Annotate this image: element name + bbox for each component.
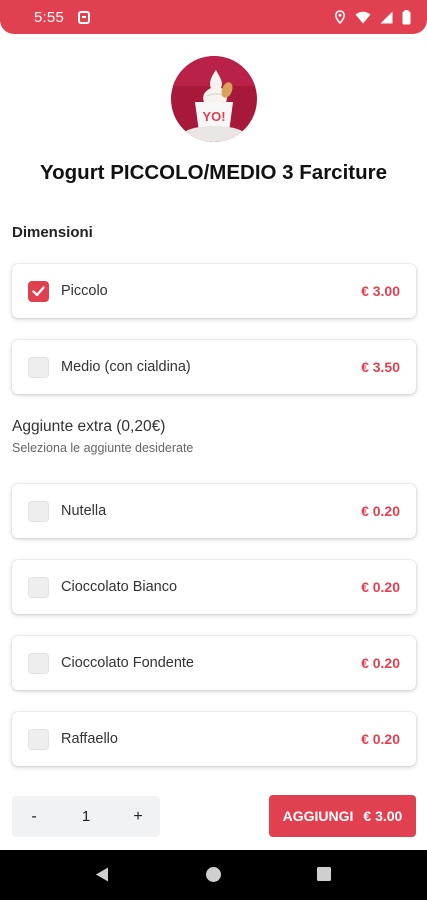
- size-option-medio[interactable]: Medio (con cialdina) € 3.50: [12, 340, 416, 394]
- option-label: Cioccolato Fondente: [61, 655, 194, 671]
- logo-text: YO!: [202, 109, 225, 124]
- extra-option-cioccolato-bianco[interactable]: Cioccolato Bianco € 0.20: [12, 560, 416, 614]
- check-icon: [32, 285, 45, 296]
- product-logo: YO!: [171, 56, 257, 142]
- add-to-cart-button[interactable]: AGGIUNGI € 3.00: [269, 795, 416, 837]
- add-button-price: € 3.00: [363, 808, 403, 824]
- checkbox[interactable]: [28, 356, 49, 378]
- checkbox[interactable]: [28, 500, 49, 522]
- option-price: € 3.50: [361, 359, 400, 375]
- app-notification-icon: [78, 10, 90, 24]
- quantity-stepper: - 1 +: [12, 796, 160, 837]
- extras-section-title: Aggiunte extra (0,20€): [12, 418, 166, 435]
- checkbox[interactable]: [28, 728, 49, 750]
- increment-button[interactable]: +: [116, 808, 160, 826]
- option-label: Medio (con cialdina): [61, 359, 191, 375]
- option-price: € 0.20: [361, 731, 400, 747]
- location-icon: [334, 10, 346, 24]
- size-section-title: Dimensioni: [12, 224, 93, 241]
- checkbox-checked[interactable]: [28, 280, 49, 302]
- wifi-icon: [355, 11, 371, 24]
- option-label: Nutella: [61, 503, 107, 519]
- extra-option-nutella[interactable]: Nutella € 0.20: [12, 484, 416, 538]
- option-label: Piccolo: [61, 283, 108, 299]
- checkbox[interactable]: [28, 576, 49, 598]
- option-price: € 0.20: [361, 655, 400, 671]
- option-price: € 3.00: [361, 283, 400, 299]
- size-option-piccolo[interactable]: Piccolo € 3.00: [12, 264, 416, 318]
- recents-icon[interactable]: [316, 866, 332, 887]
- decrement-button[interactable]: -: [12, 808, 56, 826]
- status-icons: [334, 9, 411, 25]
- option-label: Raffaello: [61, 731, 118, 747]
- extras-section-subtitle: Seleziona le aggiunte desiderate: [12, 441, 194, 455]
- signal-icon: [380, 11, 393, 24]
- quantity-value: 1: [81, 808, 91, 825]
- navigation-bar: [0, 850, 427, 900]
- add-button-label: AGGIUNGI: [282, 808, 354, 824]
- product-title: Yogurt PICCOLO/MEDIO 3 Farciture: [39, 161, 388, 184]
- option-price: € 0.20: [361, 579, 400, 595]
- status-time: 5:55: [34, 8, 64, 26]
- option-label: Cioccolato Bianco: [61, 579, 178, 595]
- checkbox[interactable]: [28, 652, 49, 674]
- home-icon[interactable]: [205, 866, 222, 888]
- extra-option-cioccolato-fondente[interactable]: Cioccolato Fondente € 0.20: [12, 636, 416, 690]
- battery-icon: [402, 9, 411, 25]
- back-icon[interactable]: [94, 866, 110, 888]
- status-bar: 5:55: [0, 0, 427, 34]
- extra-option-raffaello[interactable]: Raffaello € 0.20: [12, 712, 416, 766]
- option-price: € 0.20: [361, 503, 400, 519]
